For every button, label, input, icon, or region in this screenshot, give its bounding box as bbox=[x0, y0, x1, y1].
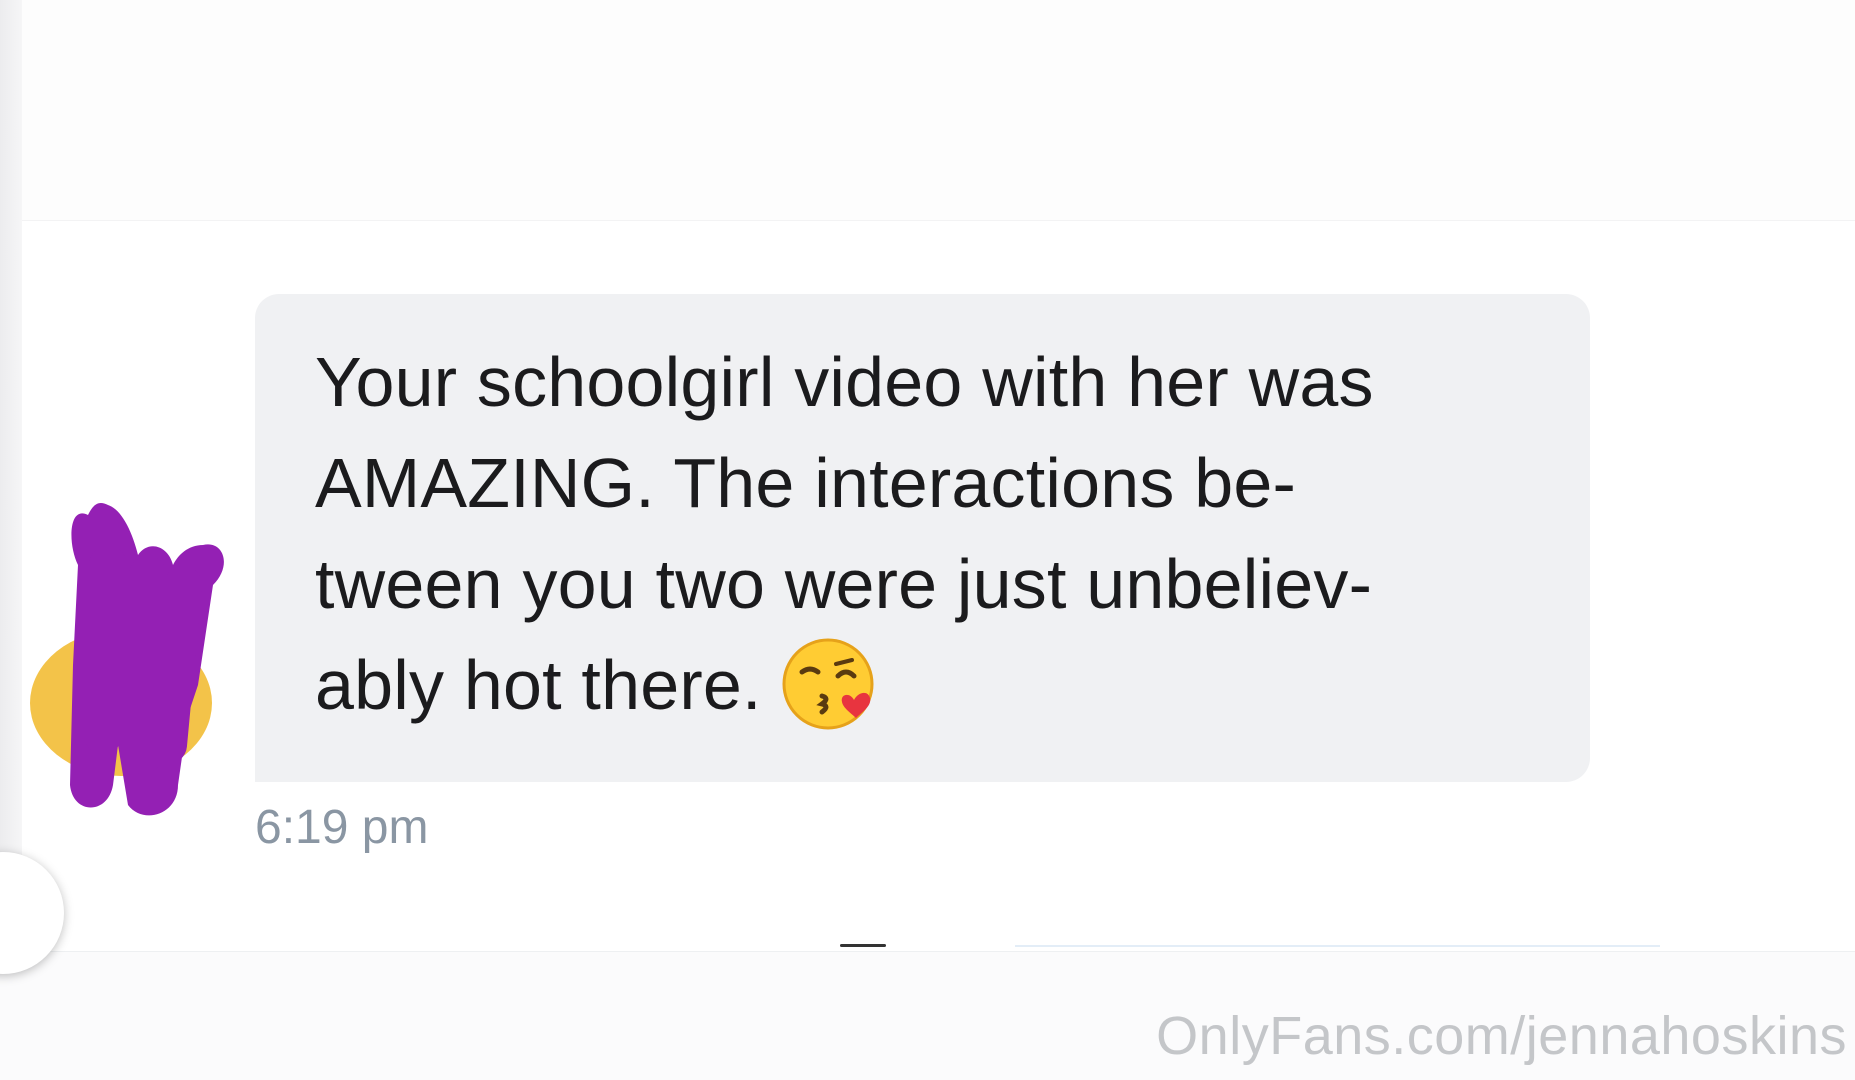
message-line: AMAZING. The interactions be- bbox=[315, 444, 1296, 522]
watermark-text: OnlyFans.com/jennahoskins bbox=[1156, 1006, 1847, 1066]
message-line: tween you two were just unbeliev- bbox=[315, 545, 1373, 623]
message-line-text: ably hot there. bbox=[315, 646, 762, 724]
chat-header-area bbox=[22, 0, 1855, 221]
message-line: Your schoolgirl video with her was bbox=[315, 343, 1374, 421]
kissing-face-wink-heart-icon bbox=[782, 638, 874, 730]
message-timestamp: 6:19 pm bbox=[255, 801, 429, 854]
message-text: Your schoolgirl video with her was AMAZI… bbox=[315, 332, 1530, 736]
composer-input-underline[interactable] bbox=[1015, 945, 1660, 947]
message-line: ably hot there. bbox=[315, 635, 1530, 736]
composer-indicator bbox=[840, 944, 886, 947]
incoming-message-bubble[interactable]: Your schoolgirl video with her was AMAZI… bbox=[255, 294, 1590, 782]
redaction-scribble bbox=[70, 503, 224, 816]
chat-screen: Your schoolgirl video with her was AMAZI… bbox=[0, 0, 1855, 1080]
